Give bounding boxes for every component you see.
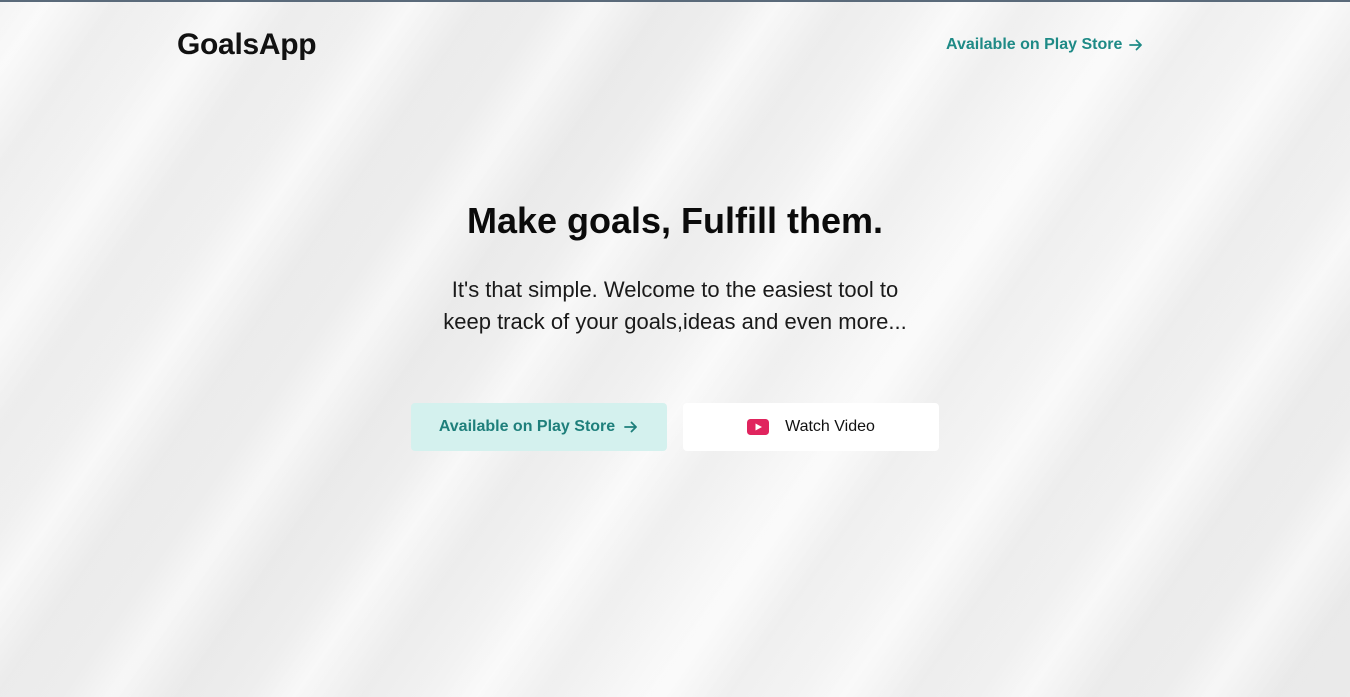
nav-play-store-link[interactable]: Available on Play Store: [946, 36, 1144, 54]
navbar: GoalsApp Available on Play Store: [0, 2, 1350, 92]
play-store-button-label: Available on Play Store: [438, 418, 616, 435]
watch-video-button[interactable]: Watch Video: [683, 403, 939, 451]
arrow-right-icon: [1129, 39, 1143, 51]
play-store-button[interactable]: Available on Play Store: [411, 403, 667, 451]
logo[interactable]: GoalsApp: [177, 28, 317, 62]
watch-video-label: Watch Video: [785, 418, 875, 435]
hero-title: Make goals, Fulfill them.: [466, 200, 884, 241]
hero-subtitle: It's that simple. Welcome to the easiest…: [443, 277, 907, 334]
nav-play-store-label: Available on Play Store: [946, 36, 1123, 53]
youtube-play-icon: [747, 419, 770, 435]
arrow-right-icon: [624, 421, 638, 433]
